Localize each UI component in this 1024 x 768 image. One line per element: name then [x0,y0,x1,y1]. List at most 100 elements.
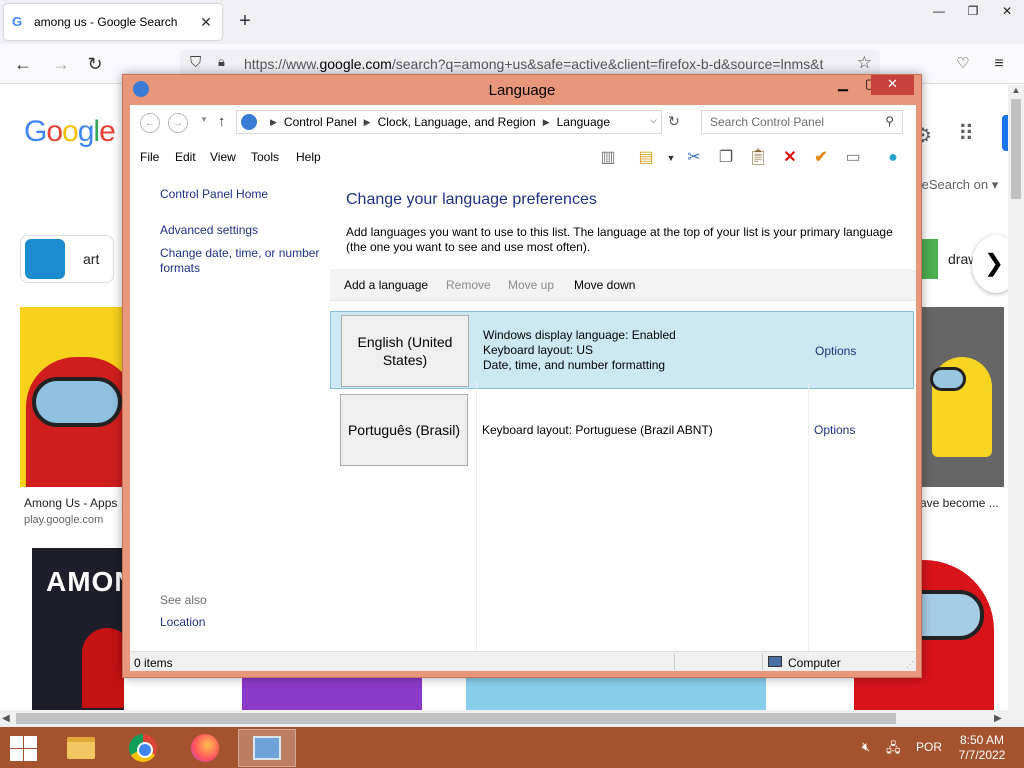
result-title[interactable]: ave become ... [920,496,999,510]
bookmark-star-icon[interactable]: ☆ [857,53,872,73]
reload-icon[interactable]: ↻ [84,53,106,75]
options-dropdown-chevron-icon[interactable]: ▼ [660,148,682,168]
chip-art[interactable]: art [20,235,114,283]
link-change-date-time-formats[interactable]: Change date, time, or number formats [160,246,326,276]
breadcrumb-clock-language-region[interactable]: Clock, Language, and Region [378,115,536,129]
taskbar-file-explorer[interactable] [52,729,110,767]
scroll-thumb[interactable] [1011,99,1021,199]
scroll-left-icon[interactable]: ◀ [2,710,10,727]
column-divider [476,381,477,651]
shield-icon[interactable]: ⛉ [190,54,201,71]
scroll-right-icon[interactable]: ▶ [994,710,1002,727]
breadcrumb-separator-icon[interactable]: ▶ [364,117,371,128]
google-logo[interactable]: Google [24,115,116,149]
menu-edit[interactable]: Edit [175,150,196,164]
breadcrumb-separator-icon[interactable]: ▶ [270,117,277,128]
result-image-red-crewmate[interactable] [20,307,124,487]
forward-arrow-icon[interactable]: → [168,113,188,133]
copy-icon[interactable]: ❐ [715,148,737,168]
address-dropdown-chevron-icon[interactable]: ⌵ [650,115,657,126]
pocket-icon[interactable]: ♡ [952,53,974,75]
window-close-button[interactable]: ✕ [871,75,914,95]
browser-minimize-button[interactable]: — [922,0,956,22]
apps-grid-icon[interactable]: ⠿ [958,121,974,147]
window-title-bar[interactable]: Language ▁ ▢ ✕ [123,75,921,103]
menu-tools[interactable]: Tools [251,150,279,164]
forward-arrow-icon[interactable]: → [50,53,72,75]
link-advanced-settings[interactable]: Advanced settings [160,223,258,238]
move-down-button[interactable]: Move down [574,278,635,292]
window-minimize-button[interactable]: ▁ [829,75,857,95]
taskbar-control-panel[interactable] [238,729,296,767]
add-language-button[interactable]: Add a language [344,278,428,292]
search-icon[interactable]: ⚲ [885,114,894,128]
result-image-blue[interactable] [466,675,766,710]
folder-options-icon[interactable]: ▤ [635,148,657,168]
menu-help[interactable]: Help [296,150,321,164]
scroll-thumb[interactable] [16,713,896,724]
start-button[interactable] [8,735,38,761]
speaker-muted-icon[interactable]: 🔇︎ [862,739,870,755]
chip-draw[interactable]: draw [920,235,980,283]
recent-locations-chevron-icon[interactable]: ▼ [200,115,208,124]
browser-close-button[interactable]: ✕ [990,0,1024,22]
up-arrow-icon[interactable]: ↑ [218,113,226,130]
windows-logo-icon [24,749,37,761]
layout-pane-icon[interactable]: ▥ [597,148,619,168]
page-horizontal-scrollbar[interactable]: ◀ ▶ [0,710,1008,727]
link-location[interactable]: Location [160,615,205,630]
new-tab-button[interactable]: + [234,10,256,32]
result-image-yellow-crewmate[interactable] [922,307,1004,487]
language-row-portuguese[interactable]: Português (Brasil) Keyboard layout: Port… [330,391,914,469]
cut-icon[interactable]: ✂ [683,148,705,168]
taskbar-chrome[interactable] [114,729,172,767]
language-window: Language ▁ ▢ ✕ ← → ▼ ↑ ▶ Control Panel ▶… [122,74,922,678]
safesearch-toggle[interactable]: feSearch on ▾ [918,177,998,193]
lock-icon[interactable]: 🔒︎ [218,54,225,70]
menu-hamburger-icon[interactable]: ≡ [988,53,1010,75]
breadcrumb-control-panel[interactable]: Control Panel [284,115,357,129]
result-image-purple[interactable] [242,675,422,710]
search-input[interactable]: Search Control Panel ⚲ [701,110,903,134]
move-up-button[interactable]: Move up [508,278,554,292]
breadcrumb-separator-icon[interactable]: ▶ [543,117,550,128]
back-arrow-icon[interactable]: ← [140,113,160,133]
language-name-button[interactable]: English (United States) [341,315,469,387]
url-text[interactable]: https://www.google.com/search?q=among+us… [244,56,824,72]
checkmark-properties-icon[interactable]: ✔ [810,148,832,168]
clock[interactable]: 8:50 AM 7/7/2022 [950,733,1014,763]
rename-icon[interactable]: ▭ [842,148,864,168]
remove-button[interactable]: Remove [446,278,491,292]
language-detail-line: Windows display language: Enabled [483,328,676,342]
breadcrumb[interactable]: ▶ Control Panel ▶ Clock, Language, and R… [236,110,662,134]
refresh-icon[interactable]: ↻ [668,113,680,130]
tab-close-icon[interactable]: ✕ [198,14,214,31]
options-link[interactable]: Options [814,423,855,437]
result-title[interactable]: Among Us - Apps ... [24,496,131,510]
options-link[interactable]: Options [815,344,856,358]
back-arrow-icon[interactable]: ← [12,53,34,75]
menu-file[interactable]: File [140,150,159,164]
result-image-among-us-poster[interactable]: AMON [32,548,124,710]
scroll-up-icon[interactable]: ▲ [1008,85,1024,95]
delete-icon[interactable]: ✕ [779,148,801,168]
paste-icon[interactable]: 📋︎ [747,148,769,168]
menu-view[interactable]: View [210,150,236,164]
network-icon[interactable]: 🖧 [886,739,901,761]
globe-icon[interactable]: ● [882,148,904,168]
language-row-english[interactable]: English (United States) Windows display … [330,311,914,389]
breadcrumb-language[interactable]: Language [557,115,610,129]
input-language-indicator[interactable]: POR [916,740,942,754]
browser-tab[interactable]: G among us - Google Search ✕ [4,4,222,40]
resize-grip-icon[interactable]: ⋰ [906,660,914,669]
menu-bar: File Edit View Tools Help ▥ ▤ ▼ ✂ ❐ 📋︎ ✕… [130,141,916,173]
browser-maximize-button[interactable]: ❐ [956,0,990,22]
poster-text: AMON [46,566,124,597]
taskbar-firefox[interactable] [176,729,234,767]
crewmate-body [82,628,124,708]
column-divider [808,383,809,651]
page-vertical-scrollbar[interactable]: ▲ [1008,85,1024,710]
chevron-right-icon[interactable]: ❯ [972,235,1008,293]
link-control-panel-home[interactable]: Control Panel Home [160,187,268,202]
language-name-button[interactable]: Português (Brasil) [340,394,468,466]
